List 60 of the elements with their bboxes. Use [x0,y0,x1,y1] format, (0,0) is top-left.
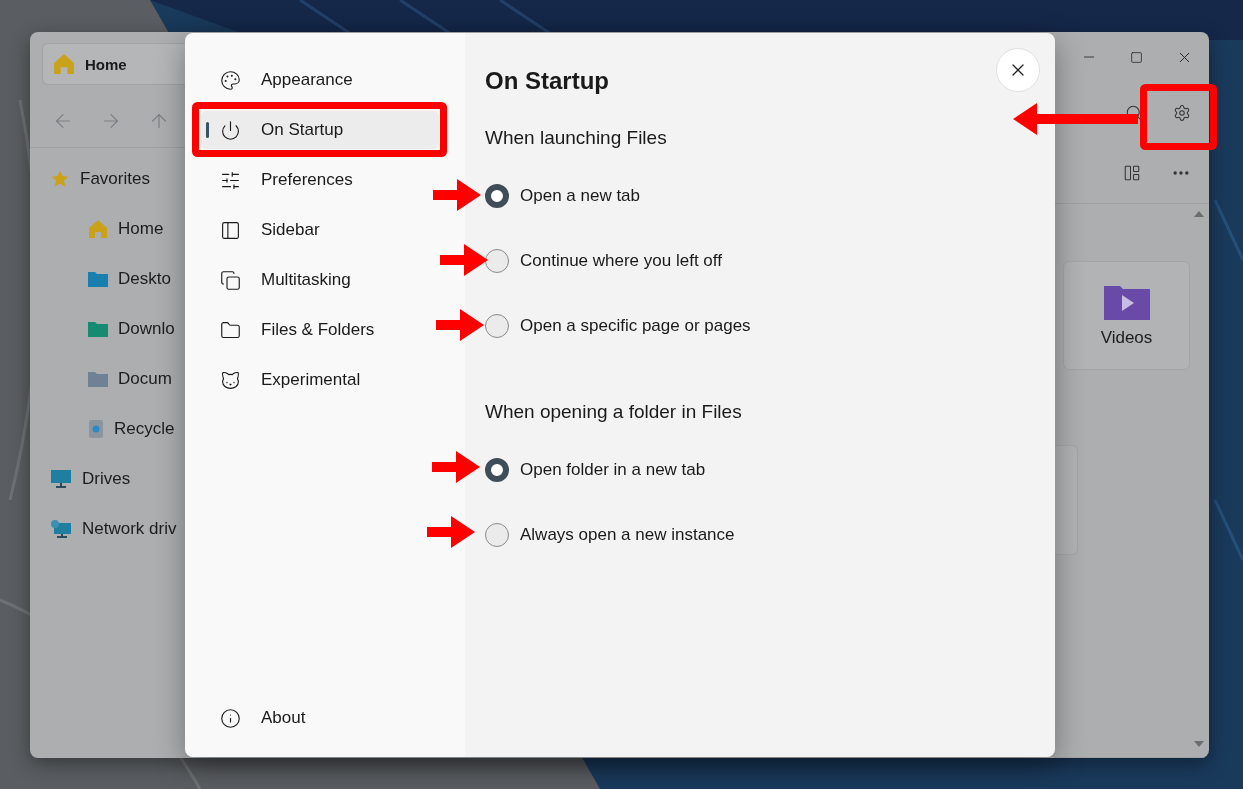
monitor-icon [50,469,72,489]
network-icon [50,519,72,539]
radio-button[interactable] [485,522,509,547]
folder-icon [88,271,108,287]
pointer-arrow [433,179,481,211]
star-icon [50,169,70,189]
pointer-arrow [440,244,488,276]
nav-item[interactable]: Experimental [201,361,439,399]
video-folder-icon [1103,283,1150,320]
navigation-pane-item[interactable]: Drives [30,454,185,504]
radio-option[interactable]: Open a new tab [485,163,641,228]
navigation-pane-item[interactable]: Downlo [30,304,185,354]
radio-button[interactable] [485,183,509,208]
page-title: On Startup [485,67,609,96]
folder-icon [220,319,241,341]
nav-item[interactable]: About [201,699,439,737]
nav-item[interactable]: Sidebar [201,211,439,249]
download-folder-icon [88,321,108,337]
windows-icon [220,269,241,291]
radio-option[interactable]: Open a specific page or pages [485,293,751,358]
section-heading: When opening a folder in Files [485,401,743,423]
radio-button[interactable] [485,457,509,482]
cat-icon [220,369,241,391]
scroll-down-icon[interactable] [1194,741,1204,747]
layout-icon[interactable] [1123,164,1141,182]
settings-icon[interactable] [1173,103,1191,122]
navigation-pane-item[interactable]: Home [30,204,185,254]
navigation-pane-item[interactable]: Network driv [30,504,185,554]
navigation-pane-item[interactable]: Recycle [30,404,185,454]
sliders-icon [220,169,241,191]
radio-option[interactable]: Continue where you left off [485,228,722,293]
power-icon [220,119,241,141]
folder-card[interactable]: Videos [1063,261,1190,371]
explorer-tab[interactable]: Home [42,43,185,85]
recycle-bin-icon [88,419,104,439]
radio-option[interactable]: Always open a new instance [485,502,735,567]
navigation-pane-item[interactable]: Deskto [30,254,185,304]
info-icon [220,707,241,729]
navigation-pane-item[interactable]: Favorites [30,154,185,204]
pointer-arrow [436,309,484,341]
palette-icon [220,69,241,91]
home-icon [88,219,108,239]
nav-item[interactable]: On Startup [201,111,439,149]
scroll-up-icon[interactable] [1194,211,1204,218]
pointer-arrow [427,516,475,548]
pointer-arrow [432,451,480,483]
nav-item[interactable]: Preferences [201,161,439,199]
section-heading: When launching Files [485,127,668,149]
panel-icon [220,219,241,241]
radio-button[interactable] [485,313,509,338]
navigation-pane-item[interactable]: Docum [30,354,185,404]
radio-button[interactable] [485,248,509,273]
maximize-icon[interactable] [1130,50,1143,64]
radio-option[interactable]: Open folder in a new tab [485,437,706,502]
nav-item[interactable]: Files & Folders [201,311,439,349]
close-button[interactable] [996,48,1040,92]
nav-item[interactable]: Multitasking [201,261,439,299]
nav-item[interactable]: Appearance [201,61,439,99]
documents-folder-icon [88,371,108,387]
home-icon [53,53,75,75]
